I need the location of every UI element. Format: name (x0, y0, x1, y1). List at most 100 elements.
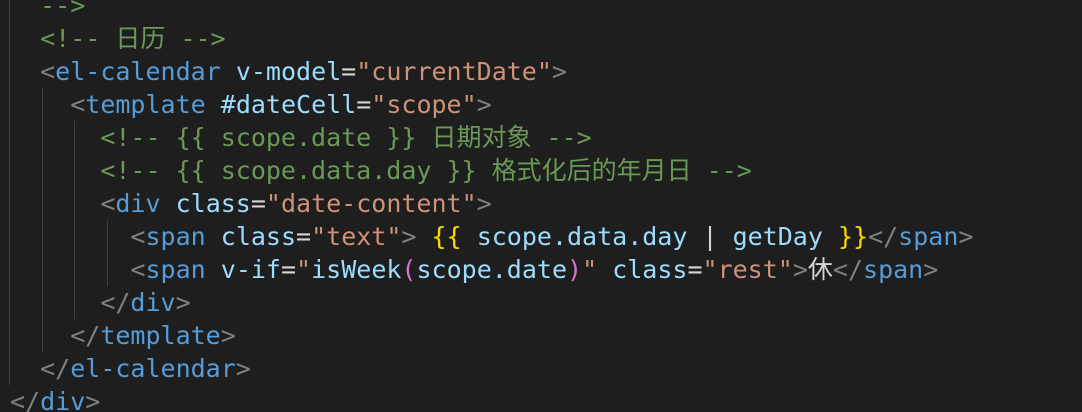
code-token: > (792, 255, 808, 284)
code-line[interactable]: <div class="date-content"> (0, 187, 1082, 220)
code-token: = (356, 90, 372, 119)
code-token: scope.date (416, 255, 567, 284)
code-token: <!-- 日历 --> (40, 24, 226, 53)
code-token: class (612, 255, 688, 284)
code-token: > (175, 288, 191, 317)
code-text: <!-- 日历 --> (10, 22, 226, 55)
code-text: <span class="text"> {{ scope.data.day | … (10, 220, 973, 253)
code-token: </ (70, 321, 101, 350)
code-token: <!-- {{ scope.date }} 日期对象 --> (100, 123, 592, 152)
code-token: "scope" (371, 90, 477, 119)
code-token: > (85, 387, 101, 412)
code-line[interactable]: <span v-if="isWeek(scope.date)" class="r… (0, 253, 1082, 286)
code-line[interactable]: </template> (0, 319, 1082, 352)
code-token: }} (837, 222, 869, 251)
code-token: class (175, 189, 251, 218)
code-token: span (898, 222, 959, 251)
code-editor[interactable]: --> <!-- 日历 --> <el-calendar v-model="cu… (0, 0, 1082, 412)
code-token: --> (40, 0, 86, 20)
code-token: el-calendar (55, 57, 221, 86)
code-token: </ (868, 222, 899, 251)
code-token: = (250, 189, 266, 218)
code-token: scope.data.day (461, 222, 703, 251)
code-token: div (115, 189, 161, 218)
code-token: <!-- {{ scope.data.day }} 格式化后的年月日 --> (100, 156, 752, 185)
code-token: < (100, 189, 116, 218)
code-token: = (280, 255, 297, 284)
code-token: "rest" (702, 255, 793, 284)
code-token: el-calendar (70, 354, 236, 383)
code-token: </ (40, 354, 71, 383)
code-token: "date-content" (265, 189, 477, 218)
code-line[interactable]: <span class="text"> {{ scope.data.day | … (0, 220, 1082, 253)
code-token: isWeek (311, 255, 402, 284)
code-token: > (476, 90, 492, 119)
code-text: </template> (10, 319, 236, 352)
code-token: " (582, 255, 598, 284)
code-token: > (551, 57, 567, 86)
code-text: <template #dateCell="scope"> (10, 88, 492, 121)
code-token: | (702, 222, 718, 251)
code-token: template (100, 321, 221, 350)
code-token: #dateCell (220, 90, 357, 119)
code-token: ( (401, 255, 417, 284)
code-token: = (296, 222, 312, 251)
code-token: = (341, 57, 357, 86)
code-token: span (145, 255, 206, 284)
code-token: < (40, 57, 56, 86)
code-line[interactable]: </el-calendar> (0, 352, 1082, 385)
code-text: </div> (10, 385, 100, 412)
code-token: < (70, 90, 86, 119)
code-token: > (958, 222, 974, 251)
code-line[interactable]: --> (0, 0, 1082, 22)
code-token: < (130, 222, 146, 251)
code-token: < (130, 255, 146, 284)
code-token: getDay (717, 222, 838, 251)
code-text: --> (10, 0, 85, 22)
code-token: {{ (431, 222, 462, 251)
code-line[interactable]: <template #dateCell="scope"> (0, 88, 1082, 121)
code-token: div (40, 387, 86, 412)
code-line[interactable]: </div> (0, 286, 1082, 319)
code-token: </ (100, 288, 131, 317)
code-token: v-model (235, 57, 342, 86)
code-token: </ (10, 387, 41, 412)
code-text: <!-- {{ scope.date }} 日期对象 --> (10, 121, 592, 154)
code-token: > (923, 255, 939, 284)
code-text: <el-calendar v-model="currentDate"> (10, 55, 567, 88)
code-token: > (401, 222, 417, 251)
code-text: <div class="date-content"> (10, 187, 492, 220)
code-line[interactable]: <!-- {{ scope.data.day }} 格式化后的年月日 --> (0, 154, 1082, 187)
code-token: > (235, 354, 251, 383)
code-token: = (687, 255, 703, 284)
code-text: </div> (10, 286, 191, 319)
code-token: </ (832, 255, 864, 284)
code-token: span (863, 255, 924, 284)
code-token: ) (567, 255, 583, 284)
code-text: </el-calendar> (10, 352, 251, 385)
code-text: <span v-if="isWeek(scope.date)" class="r… (10, 253, 938, 286)
code-line[interactable]: </div> (0, 385, 1082, 412)
code-token: class (220, 222, 297, 251)
code-token: " (296, 255, 312, 284)
code-token: > (476, 189, 492, 218)
code-token: 休 (807, 255, 833, 284)
code-token: span (145, 222, 206, 251)
code-text: <!-- {{ scope.data.day }} 格式化后的年月日 --> (10, 154, 752, 187)
code-token: v-if (220, 255, 281, 284)
code-line[interactable]: <!-- {{ scope.date }} 日期对象 --> (0, 121, 1082, 154)
code-token: "text" (311, 222, 402, 251)
code-line[interactable]: <el-calendar v-model="currentDate"> (0, 55, 1082, 88)
code-token: > (220, 321, 236, 350)
code-token: "currentDate" (356, 57, 552, 86)
code-line[interactable]: <!-- 日历 --> (0, 22, 1082, 55)
code-token: div (130, 288, 176, 317)
code-token: template (85, 90, 206, 119)
